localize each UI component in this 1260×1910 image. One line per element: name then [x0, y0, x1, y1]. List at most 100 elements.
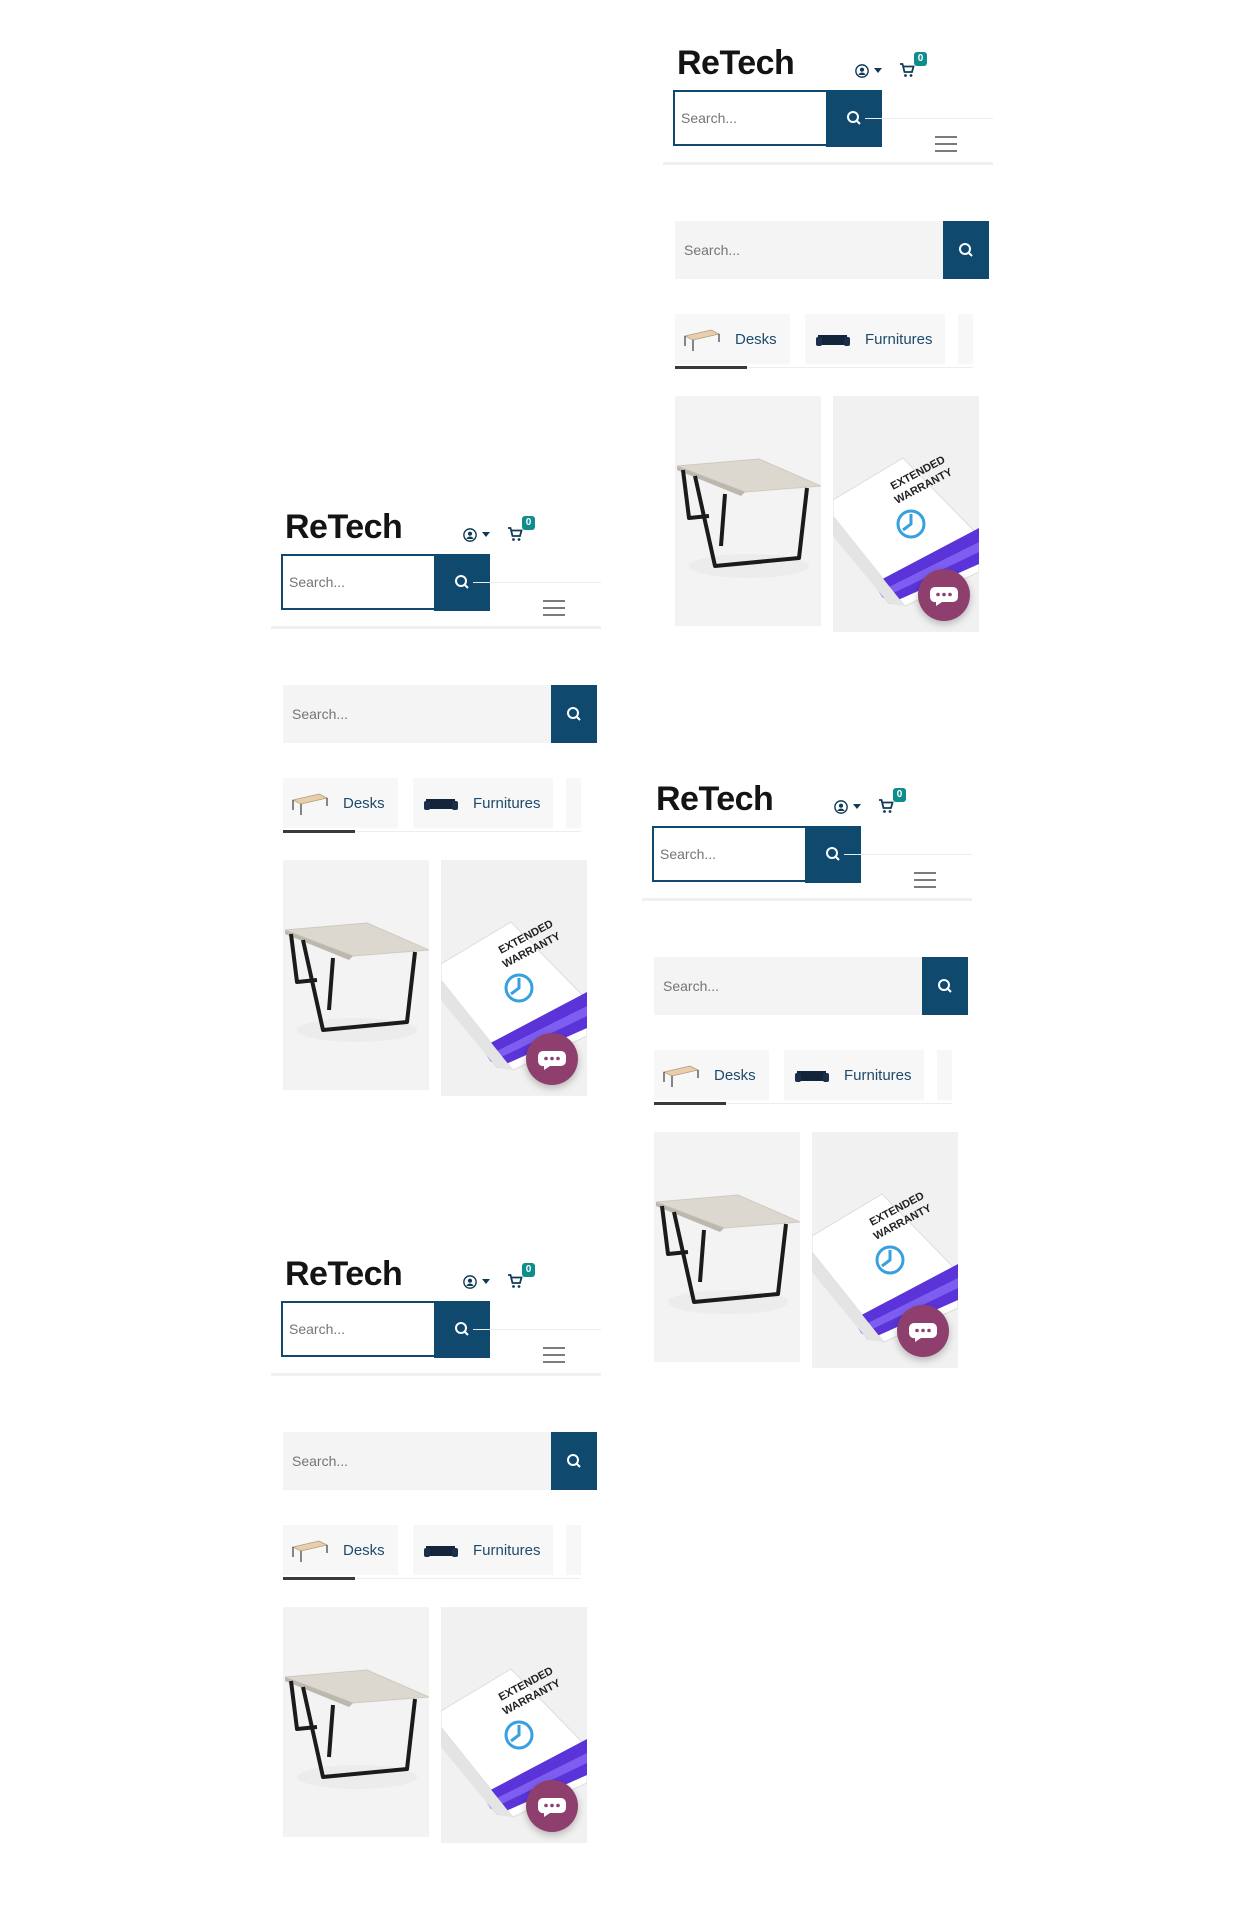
chat-icon [537, 1798, 566, 1817]
tab-furnitures[interactable]: Furnitures [413, 1525, 553, 1575]
cart-count-badge: 0 [522, 1263, 535, 1277]
tab-desks-label: Desks [343, 795, 385, 812]
retech-mobile-screen-2: ReTech 0 Desks Furnitures EXTENDEDWARRAN… [271, 498, 601, 1128]
tab-furnitures-label: Furnitures [473, 795, 541, 812]
main-search-button[interactable] [551, 685, 597, 743]
header-search-field[interactable] [652, 826, 807, 882]
tab-furnitures-label: Furnitures [844, 1067, 912, 1084]
tab-more[interactable] [937, 1050, 952, 1100]
user-icon[interactable] [463, 528, 477, 542]
user-icon[interactable] [463, 1275, 477, 1289]
product-card-desk[interactable] [283, 1607, 429, 1837]
desk-icon [683, 329, 721, 351]
tab-desks-label: Desks [343, 1542, 385, 1559]
header-search-input[interactable] [675, 92, 827, 144]
tab-desks-label: Desks [714, 1067, 756, 1084]
retech-mobile-screen-3: ReTech 0 Desks Furnitures EXTENDEDWARRAN… [642, 770, 972, 1400]
main-search-input[interactable] [654, 957, 922, 1015]
tabs-divider [747, 367, 973, 368]
retech-mobile-screen-1: ReTech 0 Desks Furnitures EXTENDEDWARRAN… [663, 34, 993, 664]
white-desk-image [283, 1607, 429, 1837]
sofa-icon [424, 799, 458, 810]
cart-icon[interactable] [878, 798, 894, 814]
desk-icon [291, 1540, 329, 1562]
header-divider [844, 854, 972, 855]
tab-desks-label: Desks [735, 331, 777, 348]
tab-desks[interactable]: Desks [654, 1050, 769, 1100]
chevron-down-icon[interactable] [874, 68, 882, 73]
header-divider [865, 118, 993, 119]
tabs-divider [355, 831, 581, 832]
main-search-button[interactable] [551, 1432, 597, 1490]
main-search-field[interactable] [654, 957, 922, 1015]
active-tab-indicator [675, 366, 747, 369]
header-search-input[interactable] [654, 828, 806, 880]
search-icon [567, 1454, 581, 1468]
header-bottom-border [271, 1373, 601, 1376]
tab-desks[interactable]: Desks [675, 314, 790, 364]
cart-icon[interactable] [507, 526, 523, 542]
user-icon[interactable] [855, 64, 869, 78]
sofa-icon [424, 1546, 458, 1557]
tab-more[interactable] [566, 1525, 581, 1575]
product-card-desk[interactable] [283, 860, 429, 1090]
logo[interactable]: ReTech [656, 780, 774, 819]
header-search-field[interactable] [281, 554, 436, 610]
logo[interactable]: ReTech [677, 44, 795, 83]
hamburger-menu-icon[interactable] [543, 1347, 565, 1363]
main-search-input[interactable] [283, 1432, 551, 1490]
desk-icon [662, 1065, 700, 1087]
header-search-field[interactable] [673, 90, 828, 146]
tab-furnitures[interactable]: Furnitures [805, 314, 945, 364]
hamburger-menu-icon[interactable] [935, 136, 957, 152]
chat-icon [537, 1051, 566, 1070]
cart-icon[interactable] [507, 1273, 523, 1289]
header-search-input[interactable] [283, 1303, 435, 1355]
header-bottom-border [663, 162, 993, 165]
chat-button[interactable] [897, 1305, 949, 1357]
cart-count-badge: 0 [914, 52, 927, 66]
tabs-divider [355, 1578, 581, 1579]
main-search-button[interactable] [943, 221, 989, 279]
sofa-icon [816, 335, 850, 346]
tab-desks[interactable]: Desks [283, 778, 398, 828]
main-search-button[interactable] [922, 957, 968, 1015]
chat-button[interactable] [526, 1780, 578, 1832]
product-card-desk[interactable] [675, 396, 821, 626]
cart-icon[interactable] [899, 62, 915, 78]
retech-mobile-screen-4: ReTech 0 Desks Furnitures EXTENDEDWARRAN… [271, 1245, 601, 1875]
tab-furnitures-label: Furnitures [473, 1542, 541, 1559]
product-card-desk[interactable] [654, 1132, 800, 1362]
search-icon [567, 707, 581, 721]
user-icon[interactable] [834, 800, 848, 814]
chevron-down-icon[interactable] [853, 804, 861, 809]
header-search-field[interactable] [281, 1301, 436, 1357]
chevron-down-icon[interactable] [482, 532, 490, 537]
tab-furnitures[interactable]: Furnitures [784, 1050, 924, 1100]
active-tab-indicator [283, 830, 355, 833]
main-search-input[interactable] [675, 221, 943, 279]
chevron-down-icon[interactable] [482, 1279, 490, 1284]
chat-button[interactable] [526, 1033, 578, 1085]
header-divider [473, 582, 601, 583]
main-search-input[interactable] [283, 685, 551, 743]
active-tab-indicator [654, 1102, 726, 1105]
hamburger-menu-icon[interactable] [543, 600, 565, 616]
main-search-field[interactable] [675, 221, 943, 279]
main-search-field[interactable] [283, 685, 551, 743]
logo[interactable]: ReTech [285, 1255, 403, 1294]
tab-more[interactable] [566, 778, 581, 828]
main-search-field[interactable] [283, 1432, 551, 1490]
chat-icon [929, 587, 958, 606]
chat-button[interactable] [918, 569, 970, 621]
tab-furnitures[interactable]: Furnitures [413, 778, 553, 828]
search-icon [938, 979, 952, 993]
tab-desks[interactable]: Desks [283, 1525, 398, 1575]
header-search-input[interactable] [283, 556, 435, 608]
header-bottom-border [271, 626, 601, 629]
hamburger-menu-icon[interactable] [914, 872, 936, 888]
tab-more[interactable] [958, 314, 973, 364]
tabs-divider [726, 1103, 952, 1104]
cart-count-badge: 0 [893, 788, 906, 802]
logo[interactable]: ReTech [285, 508, 403, 547]
